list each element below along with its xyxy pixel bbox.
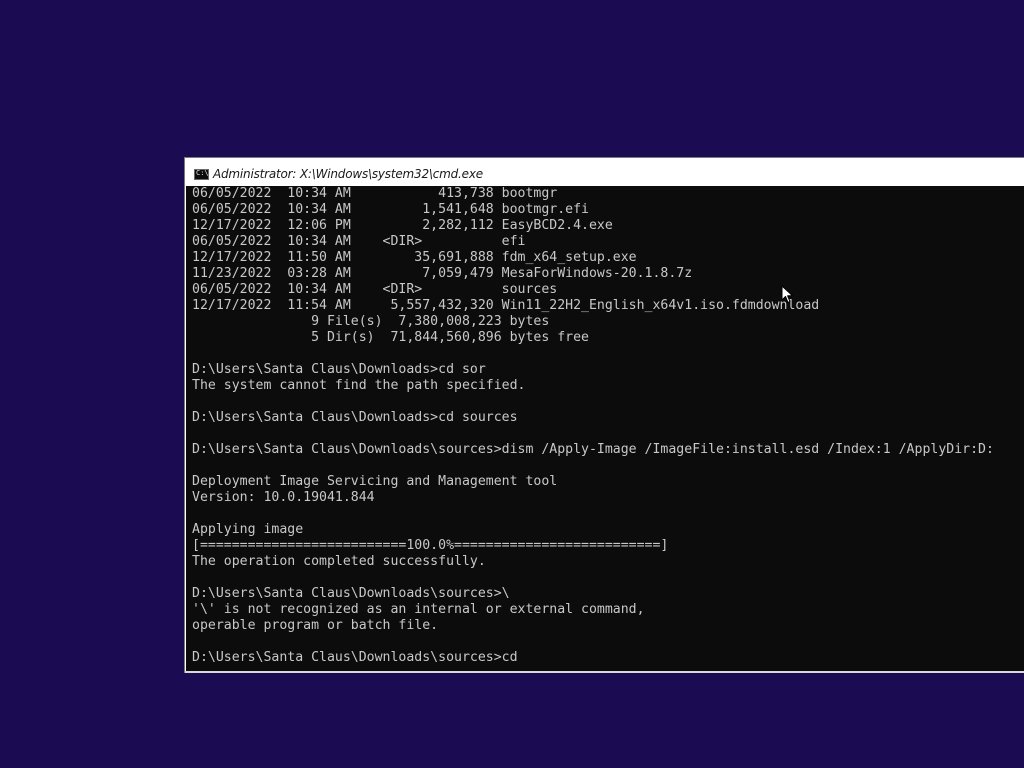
window-title: Administrator: X:\Windows\system32\cmd.e… bbox=[213, 167, 483, 181]
console-line: The operation completed successfully. bbox=[192, 554, 486, 569]
console-line: D:\Users\Santa Claus\Downloads\sources>\ bbox=[192, 586, 510, 601]
cmd-icon[interactable]: C:\ bbox=[194, 169, 209, 180]
console-line: 12/17/2022 11:50 AM 35,691,888 fdm_x64_s… bbox=[192, 250, 637, 265]
console-line: Deployment Image Servicing and Managemen… bbox=[192, 474, 558, 489]
console-output[interactable]: 06/05/2022 10:34 AM 413,738 bootmgr 06/05… bbox=[186, 186, 1024, 672]
console-line: D:\Users\Santa Claus\Downloads\sources>d… bbox=[192, 442, 994, 457]
arrow-cursor-icon bbox=[781, 285, 793, 303]
console-line: The system cannot find the path specifie… bbox=[192, 378, 526, 393]
cmd-icon-glyph: C:\ bbox=[196, 169, 209, 177]
window-bottom-edge bbox=[185, 671, 1024, 673]
title-bar[interactable]: C:\ Administrator: X:\Windows\system32\c… bbox=[185, 158, 1024, 186]
console-line: 06/05/2022 10:34 AM <DIR> sources bbox=[192, 282, 558, 297]
console-line: 06/05/2022 10:34 AM 413,738 bootmgr bbox=[192, 186, 558, 201]
console-line: '\' is not recognized as an internal or … bbox=[192, 602, 645, 617]
console-line: operable program or batch file. bbox=[192, 618, 439, 633]
console-lines: 06/05/2022 10:34 AM 413,738 bootmgr 06/05… bbox=[192, 186, 994, 666]
console-line: 12/17/2022 11:54 AM 5,557,432,320 Win11_… bbox=[192, 298, 820, 313]
console-line: 12/17/2022 12:06 PM 2,282,112 EasyBCD2.4… bbox=[192, 218, 613, 233]
console-line: D:\Users\Santa Claus\Downloads\sources>c… bbox=[192, 650, 518, 665]
console-line: Version: 10.0.19041.844 bbox=[192, 490, 375, 505]
console-line: 9 File(s) 7,380,008,223 bytes bbox=[192, 314, 550, 329]
console-line: [==========================100.0%=======… bbox=[192, 538, 669, 553]
console-line: 06/05/2022 10:34 AM 1,541,648 bootmgr.ef… bbox=[192, 202, 589, 217]
console-line: D:\Users\Santa Claus\Downloads>cd source… bbox=[192, 410, 518, 425]
console-line: 06/05/2022 10:34 AM <DIR> efi bbox=[192, 234, 526, 249]
console-line: 5 Dir(s) 71,844,560,896 bytes free bbox=[192, 330, 589, 345]
console-line: D:\Users\Santa Claus\Downloads>cd sor bbox=[192, 362, 486, 377]
console-line: Applying image bbox=[192, 522, 304, 537]
console-line: 11/23/2022 03:28 AM 7,059,479 MesaForWin… bbox=[192, 266, 693, 281]
cmd-window[interactable]: C:\ Administrator: X:\Windows\system32\c… bbox=[184, 157, 1024, 673]
